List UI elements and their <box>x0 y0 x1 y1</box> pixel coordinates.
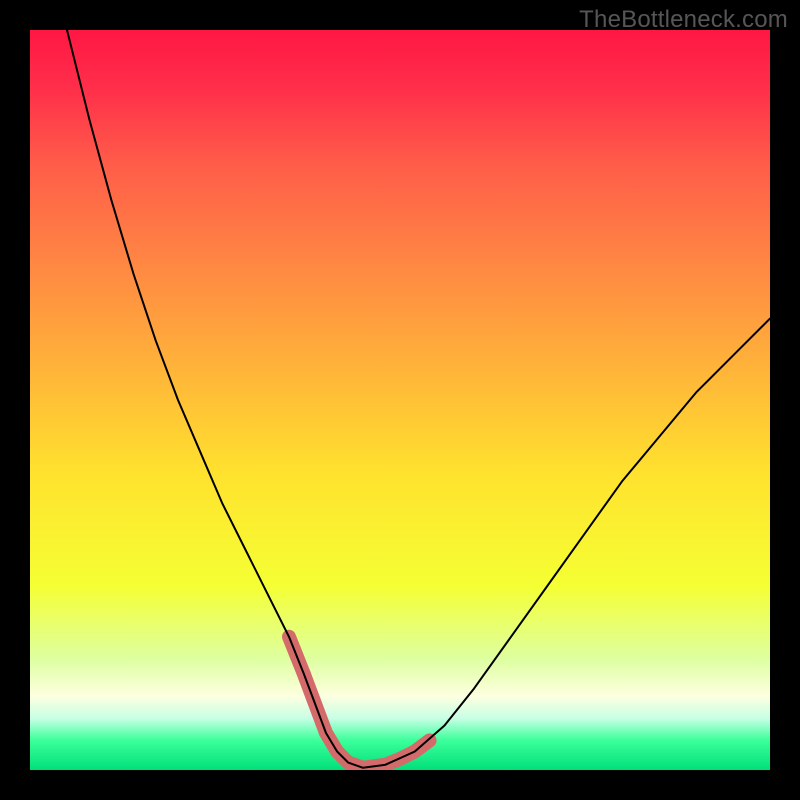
bottleneck-chart <box>0 0 800 800</box>
plot-background <box>30 30 770 770</box>
watermark-text: TheBottleneck.com <box>579 6 788 34</box>
chart-frame: TheBottleneck.com <box>0 0 800 800</box>
